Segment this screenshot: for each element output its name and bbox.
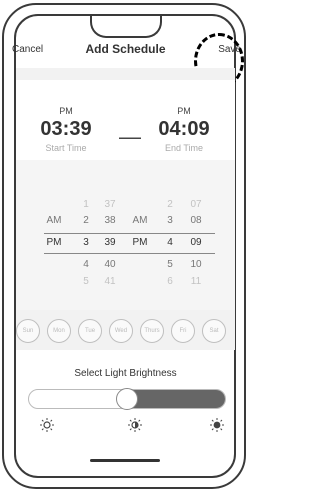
- sun-low-icon: [40, 418, 54, 432]
- end-time-label: End Time: [164, 143, 204, 153]
- day-button-sat[interactable]: Sat: [202, 319, 226, 343]
- end-minute-cell[interactable]: 11: [184, 276, 208, 287]
- brightness-slider-fill: [128, 390, 225, 408]
- time-picker[interactable]: 1 37 2 07 AM 2 38 AM 3 08 PM 3 39 PM 4 0…: [16, 160, 235, 310]
- picker-row[interactable]: 1 37 2 07: [16, 199, 235, 215]
- selection-line-top: [44, 233, 215, 234]
- end-hour-cell[interactable]: 5: [158, 259, 182, 270]
- day-button-mon[interactable]: Mon: [47, 319, 71, 343]
- end-hour-cell[interactable]: 4: [158, 237, 182, 248]
- start-time-display[interactable]: PM 03:39 Start Time: [26, 106, 106, 153]
- end-minute-cell[interactable]: 07: [184, 199, 208, 210]
- end-minute-cell[interactable]: 09: [184, 237, 208, 248]
- day-button-sun[interactable]: Sun: [16, 319, 40, 343]
- start-ampm: PM: [59, 106, 73, 116]
- selection-line-bottom: [44, 253, 215, 254]
- picker-row-selected[interactable]: PM 3 39 PM 4 09: [16, 237, 235, 253]
- day-button-fri[interactable]: Fri: [171, 319, 195, 343]
- sun-half-icon: [128, 418, 142, 432]
- start-hour-cell[interactable]: 3: [74, 237, 98, 248]
- time-separator: —: [119, 124, 141, 149]
- end-hour-cell[interactable]: 6: [158, 276, 182, 287]
- end-ampm-cell[interactable]: PM: [128, 237, 152, 248]
- start-hour-cell[interactable]: 1: [74, 199, 98, 210]
- end-ampm: PM: [177, 106, 191, 116]
- phone-notch: [90, 16, 162, 38]
- day-button-wed[interactable]: Wed: [109, 319, 133, 343]
- end-hour-cell[interactable]: 2: [158, 199, 182, 210]
- end-hour-cell[interactable]: 3: [158, 215, 182, 226]
- end-time-display[interactable]: PM 04:09 End Time: [144, 106, 224, 153]
- start-minute-cell[interactable]: 40: [98, 259, 122, 270]
- brightness-label: Select Light Brightness: [74, 368, 177, 379]
- end-minute-cell[interactable]: 10: [184, 259, 208, 270]
- picker-row[interactable]: AM 2 38 AM 3 08: [16, 215, 235, 231]
- sun-full-icon: [210, 418, 224, 432]
- start-minute-cell[interactable]: 38: [98, 215, 122, 226]
- start-minute-cell[interactable]: 41: [98, 276, 122, 287]
- brightness-slider-thumb[interactable]: [116, 388, 138, 410]
- end-ampm-cell[interactable]: AM: [128, 215, 152, 226]
- picker-row[interactable]: 4 40 5 10: [16, 259, 235, 275]
- time-summary: PM 03:39 Start Time — PM 04:09 End Time: [16, 80, 235, 160]
- start-ampm-cell[interactable]: PM: [42, 237, 66, 248]
- end-time-value: 04:09: [158, 118, 210, 140]
- start-time-value: 03:39: [40, 118, 92, 140]
- start-ampm-cell[interactable]: AM: [42, 215, 66, 226]
- start-hour-cell[interactable]: 4: [74, 259, 98, 270]
- start-hour-cell[interactable]: 2: [74, 215, 98, 226]
- start-time-label: Start Time: [45, 143, 87, 153]
- section-divider: [16, 68, 235, 80]
- start-hour-cell[interactable]: 5: [74, 276, 98, 287]
- end-minute-cell[interactable]: 08: [184, 215, 208, 226]
- day-button-thurs[interactable]: Thurs: [140, 319, 164, 343]
- home-indicator[interactable]: [90, 459, 160, 462]
- start-minute-cell[interactable]: 37: [98, 199, 122, 210]
- day-button-tue[interactable]: Tue: [78, 319, 102, 343]
- start-minute-cell[interactable]: 39: [98, 237, 122, 248]
- picker-row[interactable]: 5 41 6 11: [16, 276, 235, 292]
